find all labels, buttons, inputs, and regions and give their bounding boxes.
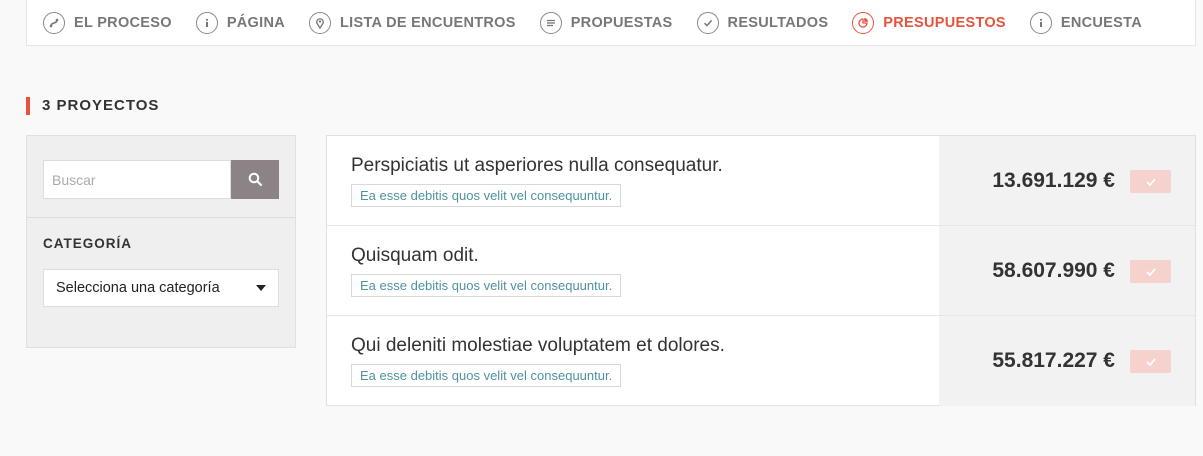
filters-divider — [27, 217, 295, 218]
pie-chart-icon — [852, 11, 875, 34]
map-pin-icon — [309, 11, 332, 34]
search-icon — [248, 172, 262, 187]
project-price: 58.607.990 € — [992, 259, 1115, 282]
project-info: Quisquam odit. Ea esse debitis quos veli… — [327, 226, 939, 315]
nav-item-label: ENCUESTA — [1060, 14, 1142, 31]
nav-item-el-proceso[interactable]: EL PROCESO — [43, 11, 172, 34]
nav-item-label: LISTA DE ENCUENTROS — [340, 14, 516, 31]
nav-item-pagina[interactable]: PÁGINA — [195, 11, 286, 34]
check-icon — [696, 11, 719, 34]
project-title[interactable]: Perspiciatis ut asperiores nulla consequ… — [351, 155, 723, 177]
add-to-order-button[interactable] — [1130, 350, 1171, 373]
project-row: Qui deleniti molestiae voluptatem et dol… — [327, 316, 1195, 406]
search-button[interactable] — [231, 160, 279, 199]
process-icon — [43, 11, 65, 34]
search-form — [43, 160, 279, 199]
project-row: Perspiciatis ut asperiores nulla consequ… — [327, 136, 1195, 226]
nav-item-lista-de-encuentros[interactable]: LISTA DE ENCUENTROS — [309, 11, 516, 34]
nav-item-label: PROPUESTAS — [570, 14, 673, 31]
project-row: Quisquam odit. Ea esse debitis quos veli… — [327, 226, 1195, 316]
search-input[interactable] — [43, 160, 231, 199]
project-title[interactable]: Quisquam odit. — [351, 245, 479, 267]
nav-item-label: RESULTADOS — [727, 14, 829, 31]
project-info: Perspiciatis ut asperiores nulla consequ… — [327, 136, 939, 225]
nav-item-propuestas[interactable]: PROPUESTAS — [539, 11, 673, 34]
nav-item-label: PRESUPUESTOS — [883, 14, 1006, 31]
check-icon — [1145, 357, 1156, 366]
project-tag[interactable]: Ea esse debitis quos velit vel consequun… — [351, 364, 622, 387]
nav-item-label: EL PROCESO — [74, 14, 172, 31]
lines-icon — [539, 11, 562, 34]
project-budget: 55.817.227 € — [939, 316, 1195, 406]
project-price: 13.691.129 € — [992, 169, 1115, 192]
filters-panel: CATEGORÍA Selecciona una categoría — [26, 135, 296, 348]
nav-item-presupuestos[interactable]: PRESUPUESTOS — [852, 11, 1006, 34]
category-select-value: Selecciona una categoría — [56, 280, 220, 296]
projects-list: Perspiciatis ut asperiores nulla consequ… — [326, 135, 1196, 406]
category-select[interactable]: Selecciona una categoría — [43, 269, 279, 307]
project-price: 55.817.227 € — [992, 349, 1115, 372]
chevron-down-icon — [256, 285, 266, 291]
check-icon — [1145, 267, 1156, 276]
project-tag[interactable]: Ea esse debitis quos velit vel consequun… — [351, 274, 622, 297]
add-to-order-button[interactable] — [1130, 260, 1171, 283]
projects-count-heading: 3 PROYECTOS — [26, 97, 159, 115]
project-title[interactable]: Qui deleniti molestiae voluptatem et dol… — [351, 335, 725, 357]
process-nav: EL PROCESO PÁGINA LISTA DE ENCUENTROS PR… — [26, 0, 1196, 46]
info-icon — [1029, 11, 1052, 34]
add-to-order-button[interactable] — [1130, 170, 1171, 193]
project-info: Qui deleniti molestiae voluptatem et dol… — [327, 316, 939, 406]
project-tag[interactable]: Ea esse debitis quos velit vel consequun… — [351, 184, 622, 207]
info-icon — [195, 11, 218, 34]
project-budget: 58.607.990 € — [939, 226, 1195, 315]
category-label: CATEGORÍA — [43, 236, 132, 251]
check-icon — [1145, 177, 1156, 186]
nav-item-label: PÁGINA — [226, 14, 286, 31]
nav-item-encuesta[interactable]: ENCUESTA — [1029, 11, 1142, 34]
project-budget: 13.691.129 € — [939, 136, 1195, 225]
nav-item-resultados[interactable]: RESULTADOS — [696, 11, 829, 34]
